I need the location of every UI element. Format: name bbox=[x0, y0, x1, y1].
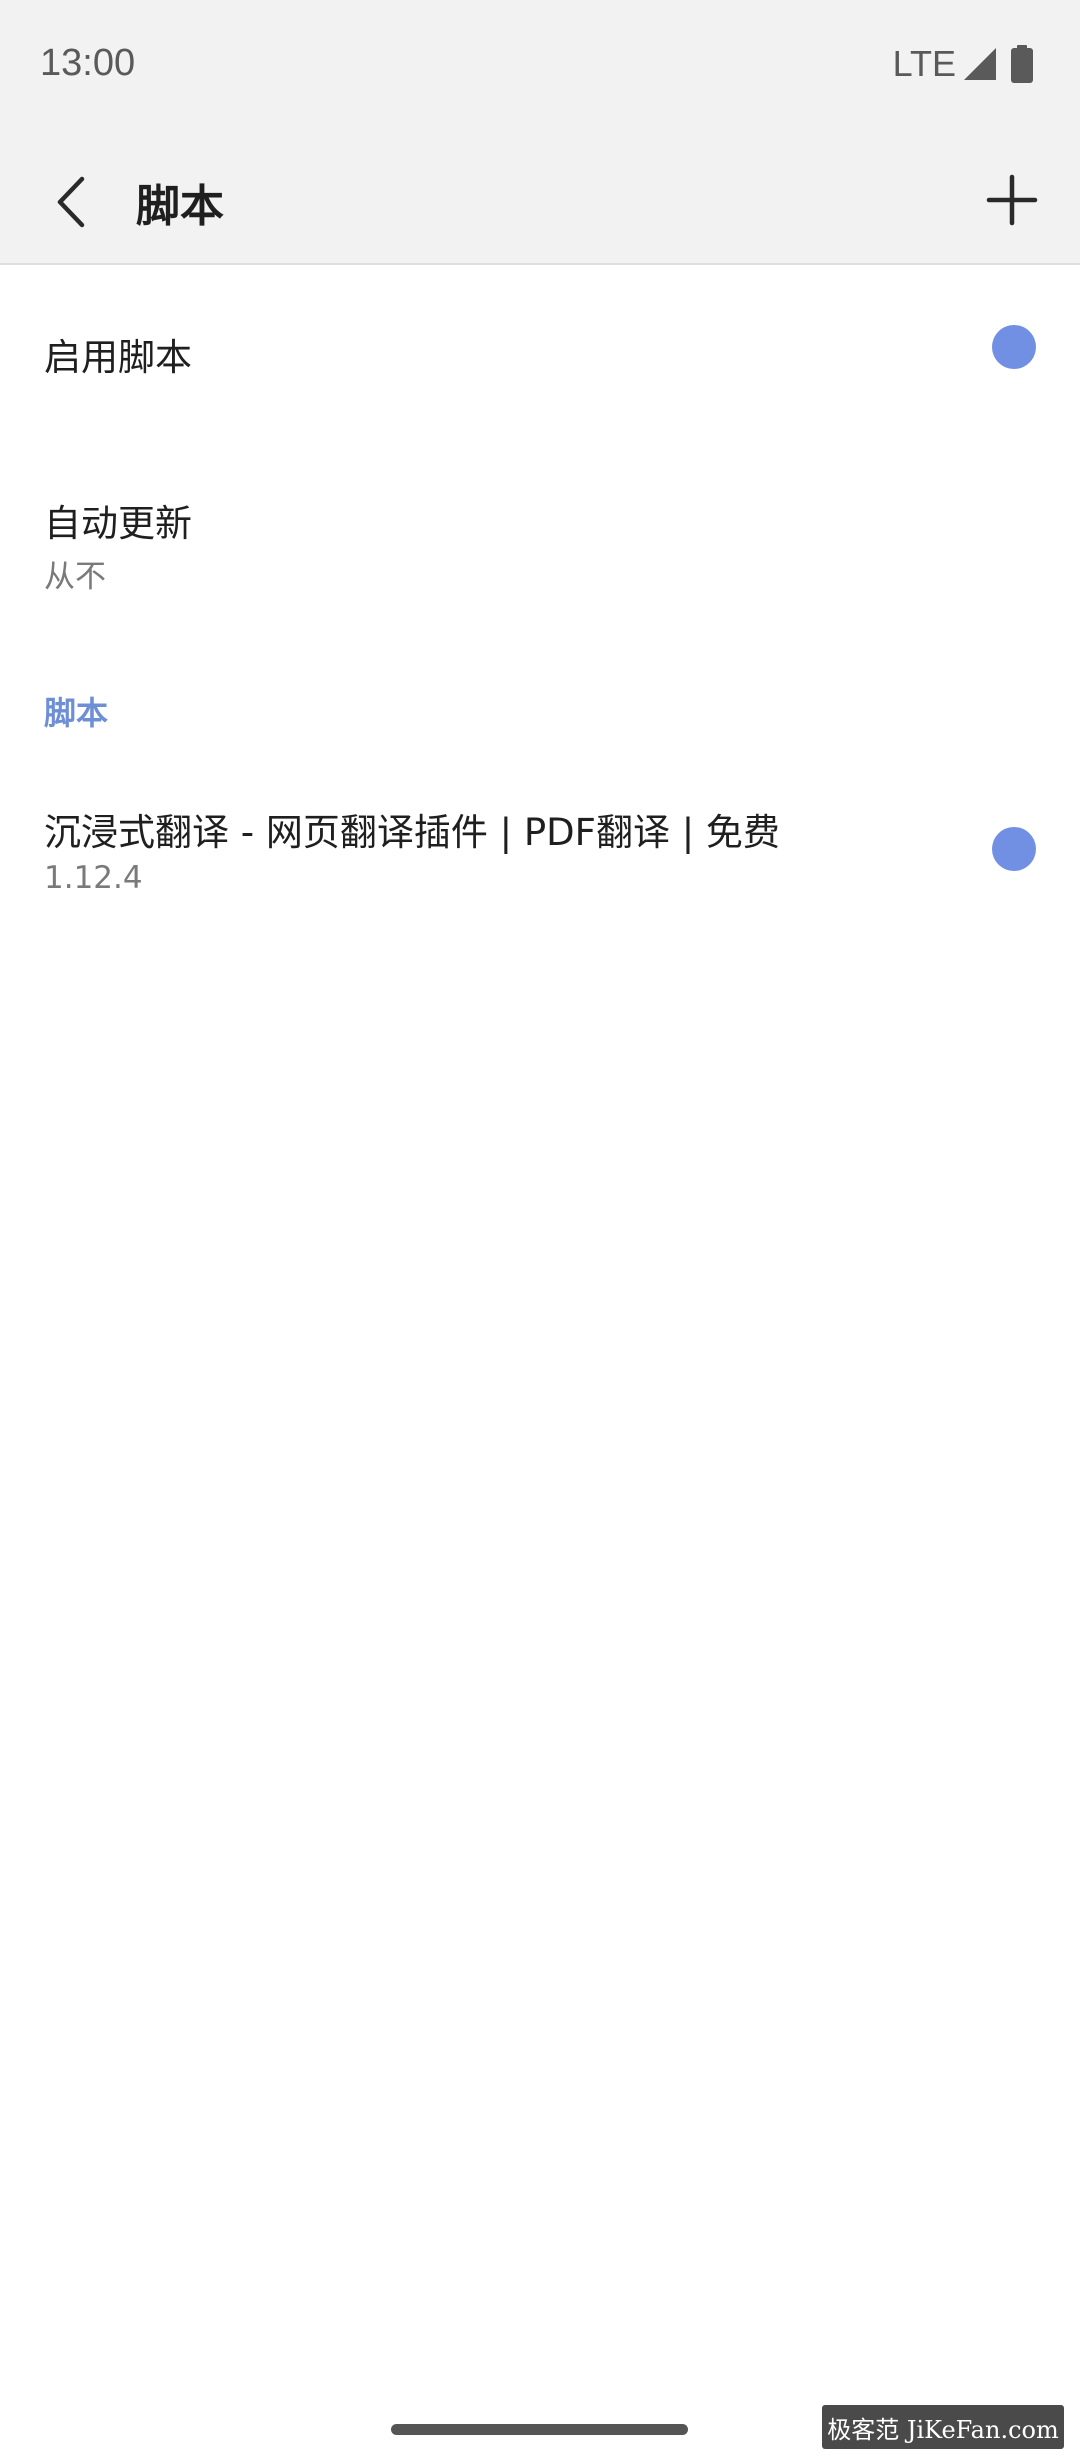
status-bar: 13:00 LTE bbox=[0, 0, 1080, 140]
network-type: LTE bbox=[892, 43, 956, 84]
scripts-section-header: 脚本 bbox=[44, 694, 109, 732]
script-version: 1.12.4 bbox=[44, 860, 143, 896]
watermark: 极客范 JiKeFan.com bbox=[822, 2405, 1064, 2449]
enable-scripts-row[interactable]: 启用脚本 bbox=[0, 265, 1080, 433]
auto-update-label: 自动更新 bbox=[44, 502, 192, 545]
list-item[interactable]: 沉浸式翻译 - 网页翻译插件 | PDF翻译 | 免费 1.12.4 bbox=[0, 770, 1080, 940]
gesture-handle[interactable] bbox=[391, 2424, 688, 2435]
auto-update-value: 从不 bbox=[44, 559, 106, 595]
enable-scripts-label: 启用脚本 bbox=[44, 336, 192, 379]
battery-icon bbox=[1011, 45, 1033, 83]
enable-scripts-toggle[interactable] bbox=[992, 325, 1036, 369]
add-script-button[interactable] bbox=[974, 162, 1050, 238]
status-time: 13:00 bbox=[40, 42, 136, 84]
chevron-left-icon bbox=[57, 176, 85, 228]
watermark-text: 极客范 JiKeFan.com bbox=[827, 2415, 1059, 2444]
status-indicators: LTE bbox=[892, 43, 1034, 84]
cell-signal-icon bbox=[964, 48, 996, 80]
back-button[interactable] bbox=[36, 162, 106, 242]
app-bar: 脚本 bbox=[0, 140, 1080, 265]
page-title: 脚本 bbox=[136, 181, 224, 232]
script-name: 沉浸式翻译 - 网页翻译插件 | PDF翻译 | 免费 bbox=[44, 811, 780, 854]
auto-update-row[interactable]: 自动更新 从不 bbox=[0, 433, 1080, 633]
plus-icon bbox=[986, 174, 1038, 226]
script-toggle[interactable] bbox=[992, 827, 1036, 871]
